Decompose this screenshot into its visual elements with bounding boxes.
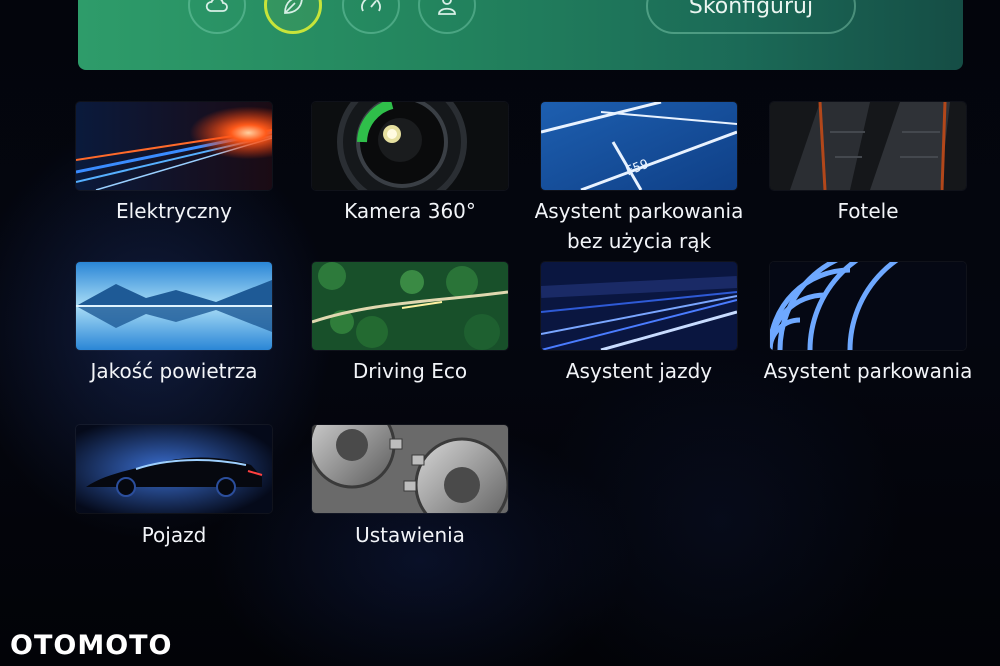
mode-button-sport[interactable]	[342, 0, 400, 34]
app-label: Elektryczny	[116, 199, 232, 223]
forest-road-image	[312, 262, 508, 350]
parking-lot-image: F59	[541, 102, 737, 190]
app-label: Kamera 360°	[344, 199, 476, 223]
app-label: Pojazd	[141, 523, 207, 547]
drive-mode-bar: Skonfiguruj	[78, 0, 963, 70]
app-label: Asystent jazdy	[565, 359, 713, 383]
mode-button-eco[interactable]	[264, 0, 322, 34]
watermark-logo: OTOMOTO	[10, 630, 173, 661]
electric-speed-image	[76, 102, 272, 190]
seats-image	[770, 102, 966, 190]
camera-lens-image	[312, 102, 508, 190]
app-label: Asystent parkowania bez użycia rąk	[534, 199, 744, 253]
configure-button[interactable]: Skonfiguruj	[646, 0, 856, 34]
app-label: Ustawienia	[355, 523, 465, 547]
mode-button-cloud[interactable]	[188, 0, 246, 34]
app-label: Driving Eco	[352, 359, 468, 383]
cloud-icon	[205, 0, 228, 12]
app-label: Asystent parkowania	[763, 359, 973, 383]
gears-image	[312, 425, 508, 513]
mode-button-personal[interactable]	[418, 0, 476, 34]
app-label: Fotele	[837, 199, 899, 223]
person-icon	[438, 0, 456, 15]
app-label: Jakość powietrza	[90, 359, 258, 383]
sensor-waves-image	[770, 262, 966, 350]
mountain-lake-image	[76, 262, 272, 350]
night-road-image	[541, 262, 737, 350]
leaf-icon	[284, 0, 303, 14]
gauge-icon	[361, 0, 381, 12]
car-silhouette-image	[76, 425, 272, 513]
